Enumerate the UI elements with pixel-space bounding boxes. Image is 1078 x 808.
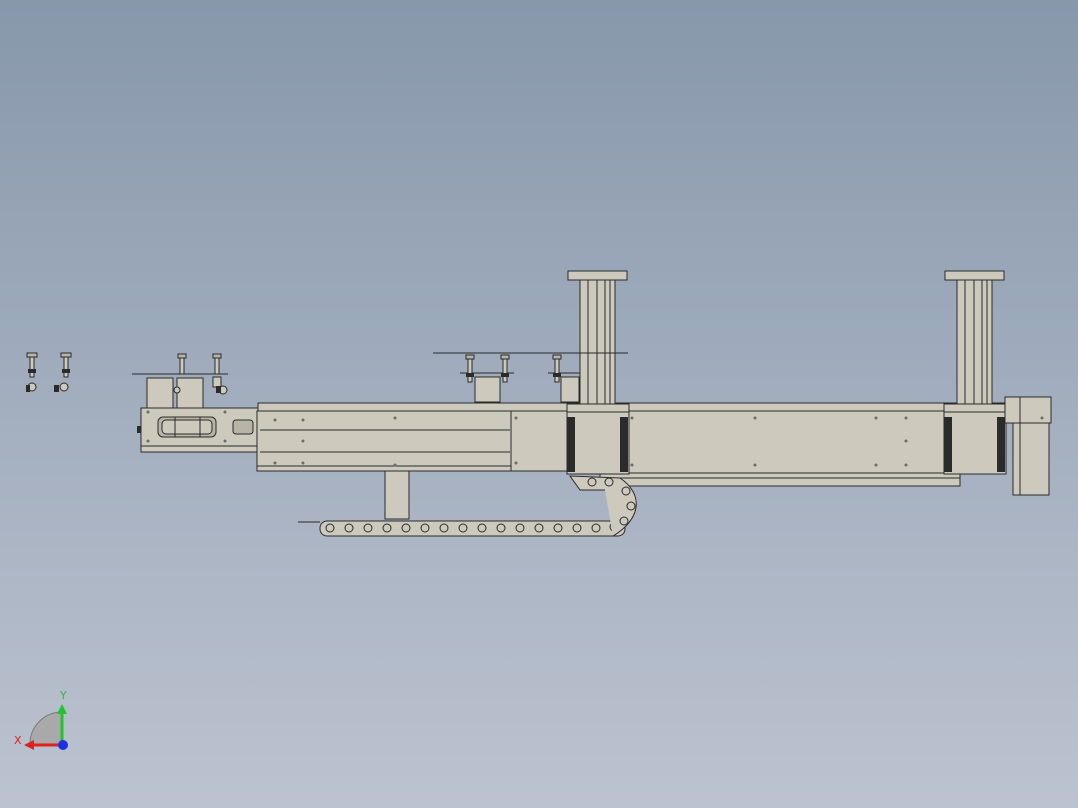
z-axis-dot <box>58 740 68 750</box>
left-gripper-head <box>132 353 228 409</box>
x-axis-label: X <box>14 734 22 747</box>
left-carriage-block <box>137 407 260 453</box>
middle-column-carriage <box>566 403 630 475</box>
loose-suction-cup-right <box>54 352 72 392</box>
right-column-carriage <box>943 403 1007 475</box>
support-post <box>384 470 410 520</box>
loose-suction-cup-left <box>26 352 38 392</box>
gantry-assembly-drawing: Y X <box>14 270 1052 750</box>
y-arrowhead <box>57 704 67 714</box>
right-vertical-column <box>944 270 1005 405</box>
cable-drag-chain <box>298 475 637 537</box>
cad-viewport[interactable]: Y X <box>0 0 1078 808</box>
y-axis-label: Y <box>59 689 67 702</box>
main-beam-right-section <box>599 410 961 487</box>
coordinate-triad: Y X <box>14 689 68 750</box>
triad-quadrant-plane <box>29 711 63 746</box>
x-arrowhead <box>24 740 34 750</box>
servo-motor <box>1004 396 1052 496</box>
